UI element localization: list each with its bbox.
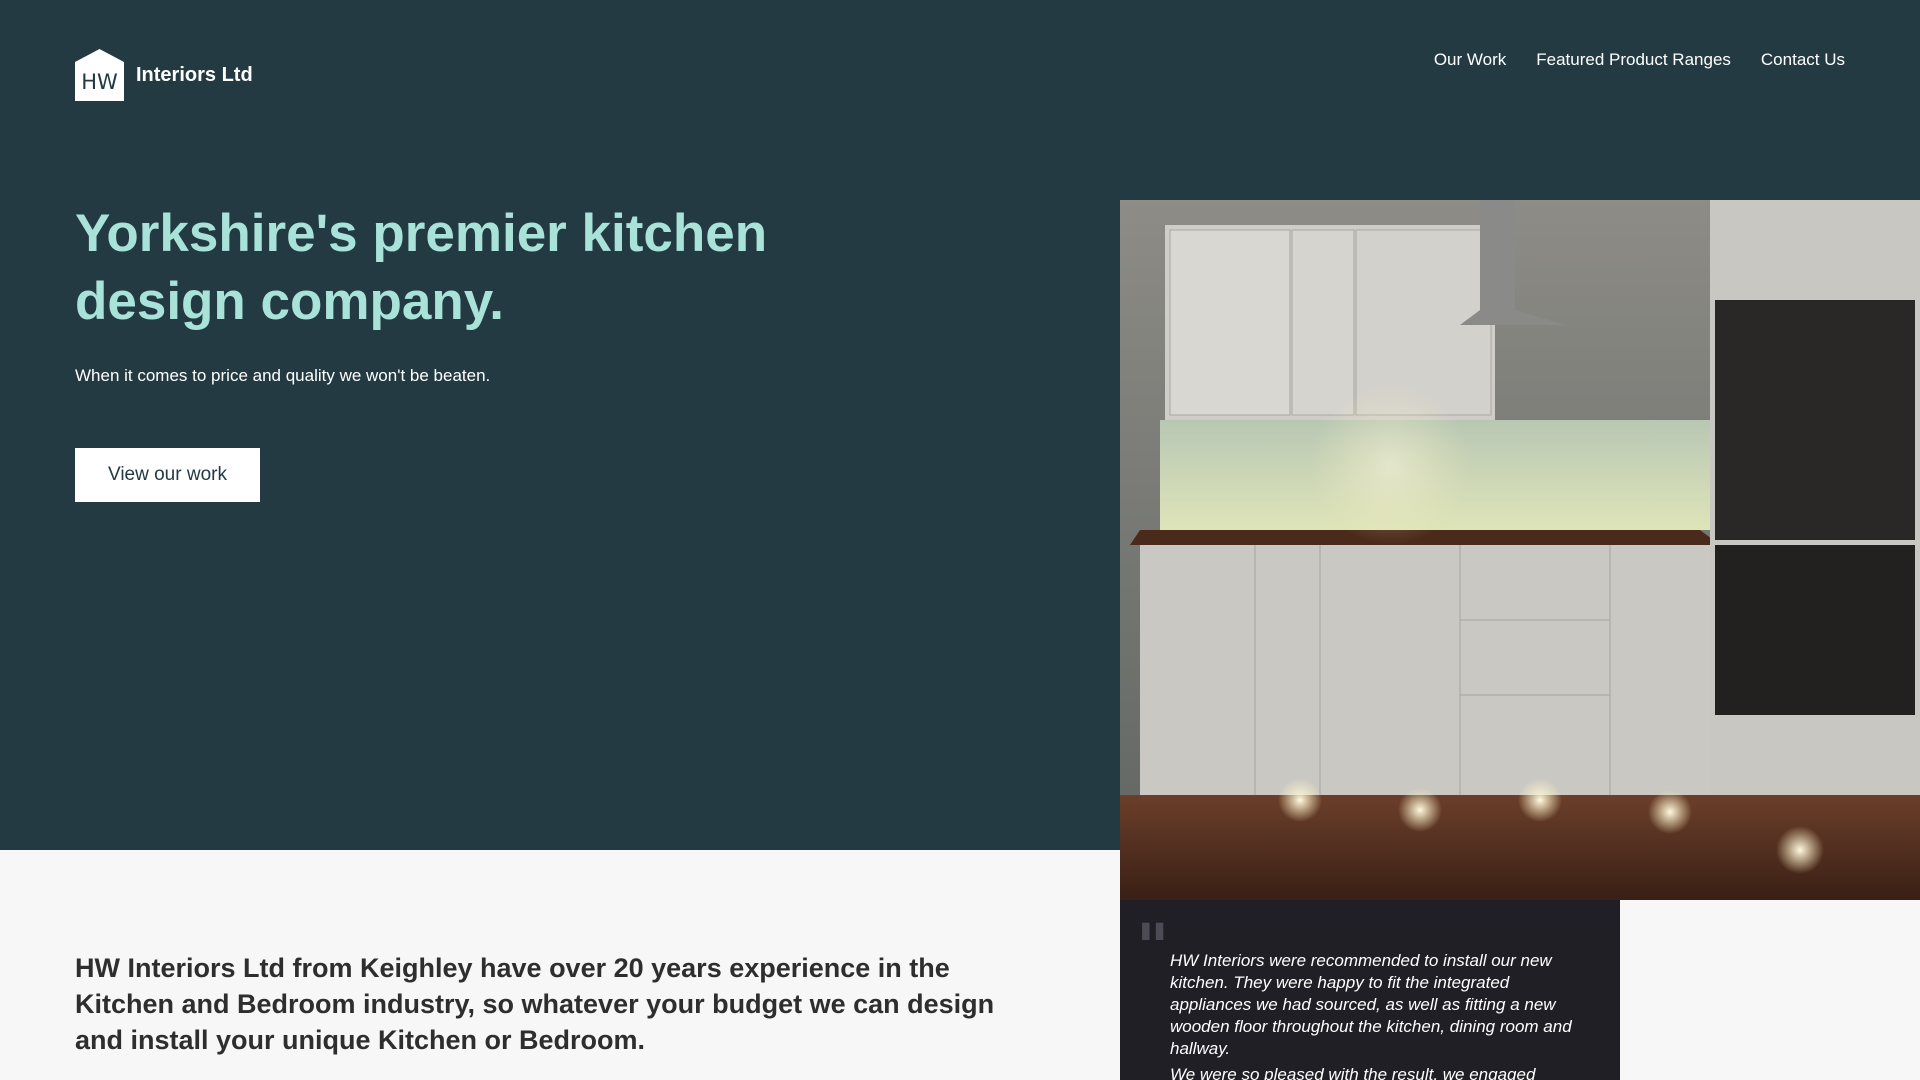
nav-our-work[interactable]: Our Work (1434, 50, 1506, 70)
kitchen-photo (1120, 200, 1920, 900)
testimonial-paragraph: HW Interiors were recommended to install… (1170, 951, 1572, 1058)
quote-mark-icon: " (1136, 910, 1170, 985)
hero-title: Yorkshire's premier kitchen design compa… (75, 204, 768, 331)
brand-name: Interiors Ltd (136, 63, 253, 86)
hero-subtitle: When it comes to price and quality we wo… (75, 366, 491, 385)
testimonial-card: " HW Interiors were recommended to insta… (1120, 900, 1620, 1080)
house-logo-icon: HW (75, 49, 124, 101)
testimonial-text: HW Interiors were recommended to install… (1170, 950, 1580, 1080)
testimonial-paragraph: We were so pleased with the result, we e… (1170, 1065, 1536, 1080)
about-text: HW Interiors Ltd from Keighley have over… (75, 953, 995, 1055)
view-our-work-button[interactable]: View our work (75, 448, 260, 502)
logo[interactable]: HW Interiors Ltd (75, 49, 253, 101)
main-nav: Our Work Featured Product Ranges Contact… (1434, 50, 1845, 70)
nav-featured-product-ranges[interactable]: Featured Product Ranges (1536, 50, 1731, 70)
logo-letters: HW (81, 70, 118, 94)
nav-contact-us[interactable]: Contact Us (1761, 50, 1845, 70)
